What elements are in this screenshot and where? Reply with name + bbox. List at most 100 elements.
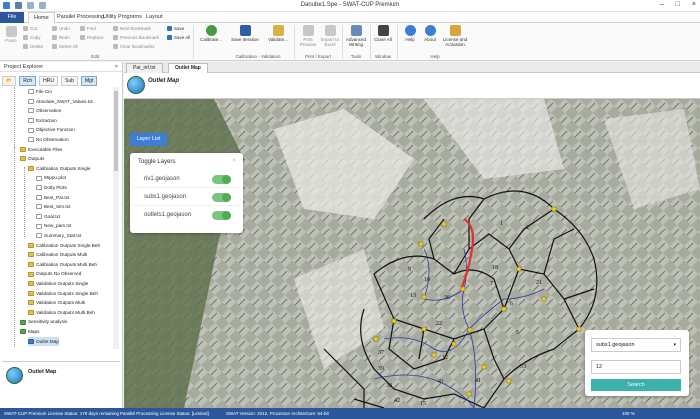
- outlet-point[interactable]: [516, 266, 522, 272]
- search-button[interactable]: Search: [591, 379, 681, 391]
- tab-home[interactable]: Home: [28, 12, 55, 23]
- save-iteration-button[interactable]: Save Iteration: [228, 25, 262, 42]
- folder-icon: [20, 146, 26, 152]
- map-preview[interactable]: Outlet Map: [2, 361, 120, 405]
- layer-list-button[interactable]: Layer List: [130, 133, 167, 146]
- outlet-point[interactable]: [421, 294, 427, 300]
- tree-item[interactable]: Best_Par.txt: [36, 193, 69, 202]
- explorer-close-icon[interactable]: ×: [115, 62, 118, 72]
- scrollbar-thumb[interactable]: [114, 91, 118, 171]
- close-icon[interactable]: ×: [692, 1, 696, 8]
- outlet-point[interactable]: [441, 221, 447, 227]
- outlet-point[interactable]: [576, 326, 582, 332]
- tab-open-folder-icon[interactable]: 📂: [2, 76, 17, 86]
- tab-layout[interactable]: Layout: [146, 14, 163, 20]
- tree-item[interactable]: Outlet Map: [28, 336, 59, 346]
- replace-button[interactable]: Replace: [80, 35, 104, 41]
- tree-item[interactable]: Sensitivity analysis: [20, 317, 67, 326]
- tree-item[interactable]: Validation Outputs Single: [28, 279, 88, 288]
- tree-item[interactable]: Goal.txt: [36, 212, 60, 221]
- outlet-point[interactable]: [421, 326, 427, 332]
- outlet-point[interactable]: [418, 241, 424, 247]
- save-button[interactable]: Save: [167, 26, 184, 32]
- tree-item[interactable]: Validation Outputs Single Beh: [28, 289, 98, 298]
- layer-select[interactable]: subs1.geojason ▾: [591, 338, 681, 352]
- outlet-point[interactable]: [451, 341, 457, 347]
- tree-item[interactable]: Calibration Outputs Single: [28, 164, 90, 173]
- disk-icon: [239, 25, 251, 36]
- tree-item[interactable]: Absolute_SWAT_Values.txt: [28, 97, 93, 106]
- about-button[interactable]: About: [421, 25, 439, 42]
- outlet-point[interactable]: [431, 352, 437, 358]
- tree-item[interactable]: Observation: [28, 106, 61, 115]
- tree-item[interactable]: Calibration Outputs Single Beh: [28, 241, 100, 250]
- help-button[interactable]: Help: [402, 25, 418, 42]
- tree-item[interactable]: Calibration Outputs Multi Beh: [28, 260, 97, 269]
- layer-toggle-subs[interactable]: [212, 193, 231, 202]
- toggle-close-icon[interactable]: ×: [232, 158, 236, 164]
- tree-guide-line: [14, 147, 15, 347]
- maximize-icon[interactable]: □: [676, 1, 680, 8]
- outlet-point[interactable]: [501, 306, 507, 312]
- license-button[interactable]: License and Activation: [440, 25, 470, 47]
- next-bookmark-button[interactable]: Next Bookmark: [113, 26, 151, 32]
- tab-file[interactable]: File: [0, 12, 24, 23]
- outlet-point[interactable]: [373, 336, 379, 342]
- print-preview-button[interactable]: Print Preview: [296, 25, 320, 47]
- layer-toggle-riv[interactable]: [212, 175, 231, 184]
- advanced-writing-button[interactable]: Advanced Writing: [344, 25, 368, 47]
- close-all-button[interactable]: Close All: [373, 25, 393, 42]
- tab-sub[interactable]: Sub: [60, 76, 78, 86]
- tab-mgt[interactable]: Mgt: [80, 76, 98, 86]
- outlet-point[interactable]: [391, 318, 397, 324]
- minimize-icon[interactable]: –: [660, 1, 664, 8]
- outlet-point[interactable]: [481, 364, 487, 370]
- tree-item[interactable]: Calibration Outputs Multi: [28, 250, 87, 259]
- clear-bookmarks-button[interactable]: Clear Bookmarks: [113, 44, 155, 50]
- tree-item[interactable]: No Observation: [28, 135, 69, 144]
- tree-item[interactable]: Outputs: [20, 154, 44, 163]
- find-button[interactable]: Find: [80, 26, 96, 32]
- paste-button[interactable]: Paste: [3, 26, 19, 43]
- search-input[interactable]: 12: [591, 360, 681, 374]
- delete-button[interactable]: Delete: [23, 44, 43, 50]
- export-excel-button[interactable]: Export to Excel: [318, 25, 342, 47]
- outlet-point[interactable]: [460, 286, 466, 292]
- layer-toggle-outlets[interactable]: [212, 211, 231, 220]
- doc-tab-par-inf[interactable]: Par_inf.txt: [126, 63, 163, 73]
- redo-button[interactable]: Redo: [52, 35, 70, 41]
- outlet-point[interactable]: [541, 296, 547, 302]
- doc-tab-outlet-map[interactable]: Outlet Map: [168, 63, 208, 73]
- undo-button[interactable]: Undo: [52, 26, 70, 32]
- copy-button[interactable]: Copy: [23, 35, 41, 41]
- outlet-point[interactable]: [506, 378, 512, 384]
- outlet-point[interactable]: [551, 206, 557, 212]
- explorer-scrollbar[interactable]: [113, 87, 119, 349]
- tab-parallel-processing[interactable]: Parallel Processing: [57, 14, 104, 20]
- outlet-point[interactable]: [466, 391, 472, 397]
- validate-button[interactable]: Validate...: [264, 25, 292, 42]
- tree-item[interactable]: File.Cio: [28, 87, 52, 96]
- tree-item[interactable]: Objective Function: [28, 125, 75, 134]
- outlet-point[interactable]: [467, 327, 473, 333]
- tree-item[interactable]: Outputs No Observed: [28, 269, 81, 278]
- previous-bookmark-button[interactable]: Previous Bookmark: [113, 35, 159, 41]
- select-all-button[interactable]: Select All: [52, 44, 78, 50]
- tree-item[interactable]: Summary_Stat.txt: [36, 231, 81, 240]
- tree-item[interactable]: 95ppu.plot: [36, 173, 66, 182]
- tree-item[interactable]: Executable Files: [20, 145, 62, 154]
- tree-item[interactable]: Maps: [20, 327, 39, 336]
- tree-item[interactable]: New_pars.txt: [36, 221, 71, 230]
- save-all-button[interactable]: Save All: [167, 35, 190, 41]
- cut-button[interactable]: Cut: [23, 26, 37, 32]
- tab-rch[interactable]: Rch: [19, 76, 37, 86]
- tree-item[interactable]: Dotty Plots: [36, 183, 67, 192]
- subbasin-number: 13: [410, 293, 416, 299]
- tree-item[interactable]: Best_Sim.txt: [36, 202, 70, 211]
- calibrate-button[interactable]: Calibrate...: [197, 25, 225, 42]
- tree-item[interactable]: Validation Outputs Multi: [28, 298, 85, 307]
- tree-item[interactable]: Extraction: [28, 116, 57, 125]
- tab-utility-programs[interactable]: Utility Programs: [103, 14, 142, 20]
- tree-item[interactable]: Validation Outputs Multi Beh: [28, 308, 95, 317]
- tab-hru[interactable]: HRU: [39, 76, 58, 86]
